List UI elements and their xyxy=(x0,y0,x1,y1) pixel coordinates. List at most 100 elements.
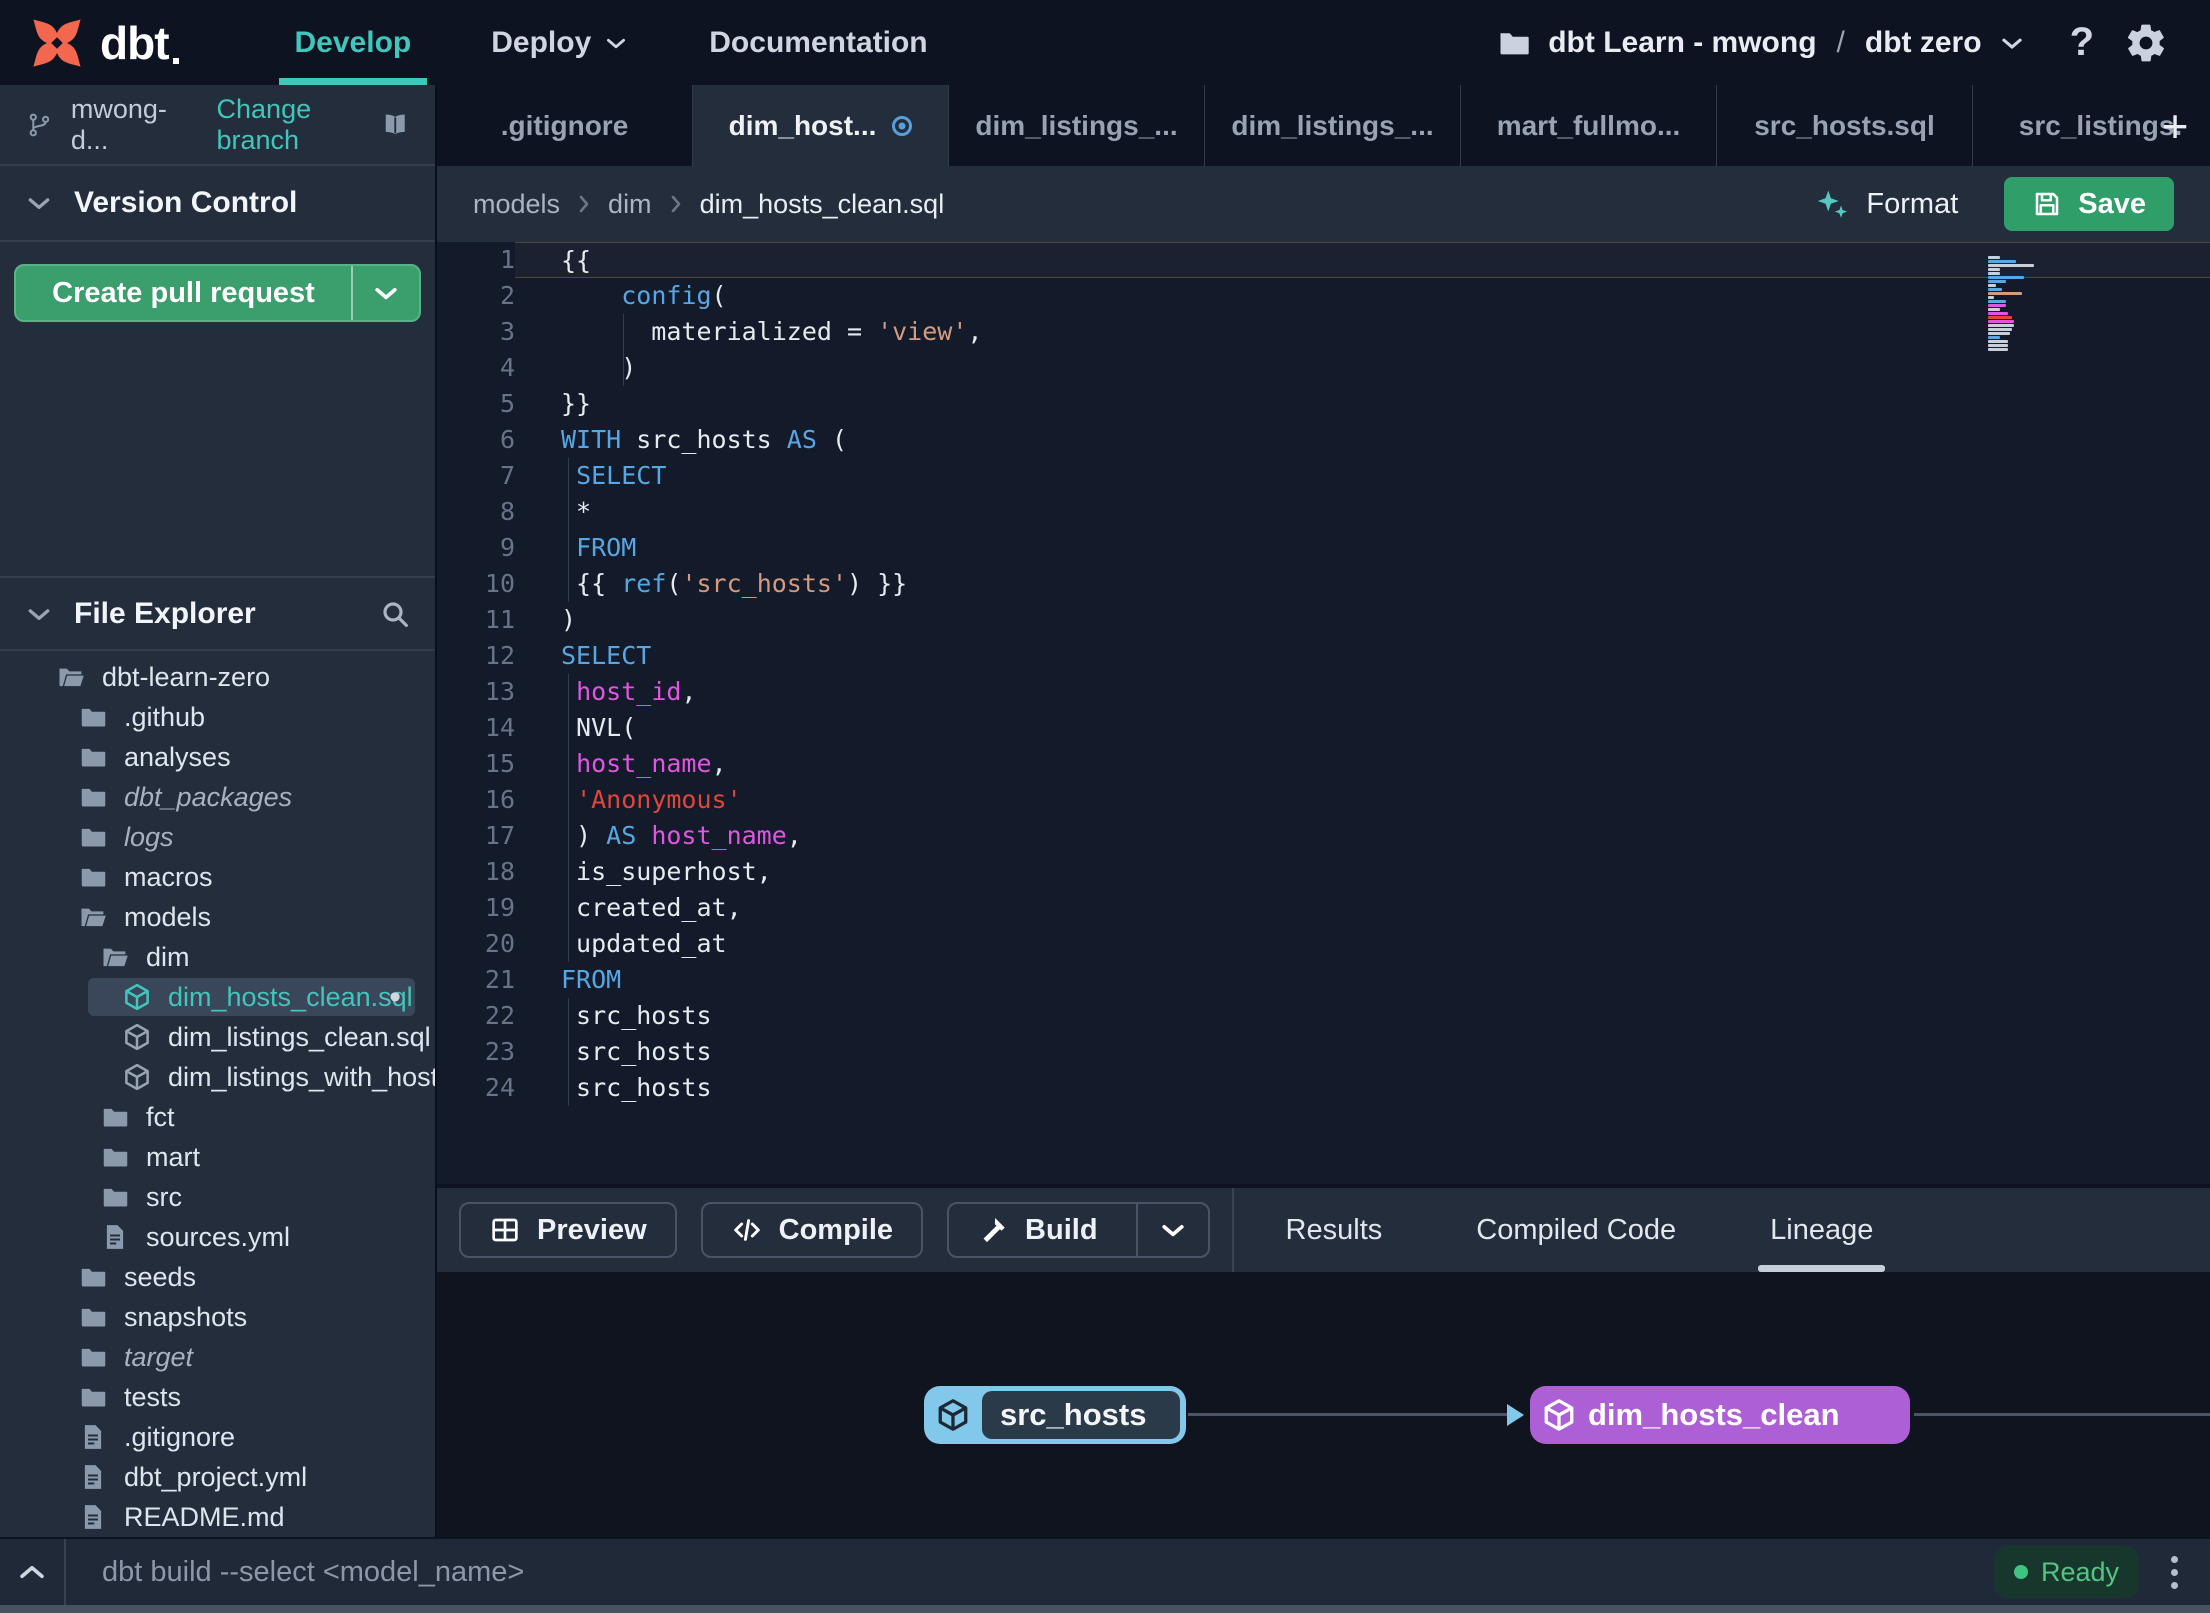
code-line-6[interactable]: 6 WITH src_hosts AS ( xyxy=(437,422,2210,458)
tree-item-sources-yml[interactable]: sources.yml xyxy=(0,1217,435,1257)
code-text: src_hosts xyxy=(515,1070,2210,1106)
new-tab-button[interactable]: + xyxy=(2146,85,2204,166)
tree-item-dim-listings-with-hosts[interactable]: dim_listings_with_hosts... xyxy=(0,1057,435,1097)
tree-item-target[interactable]: target xyxy=(0,1337,435,1377)
tree-item-src[interactable]: src xyxy=(0,1177,435,1217)
panel-tabs: Results Compiled Code Lineage xyxy=(1231,1188,1886,1272)
breadcrumb-dim[interactable]: dim xyxy=(608,189,652,220)
code-line-19[interactable]: 19 created_at, xyxy=(437,890,2210,926)
tree-item-models[interactable]: models xyxy=(0,897,435,937)
code-line-16[interactable]: 16 'Anonymous' xyxy=(437,782,2210,818)
code-line-4[interactable]: 4 ) xyxy=(437,350,2210,386)
tree-item-snapshots[interactable]: snapshots xyxy=(0,1297,435,1337)
tab-results[interactable]: Results xyxy=(1280,1188,1389,1272)
build-label: Build xyxy=(1025,1213,1098,1246)
tree-item-dbt-packages[interactable]: dbt_packages xyxy=(0,777,435,817)
topbar-right: dbt Learn - mwong / dbt zero ? xyxy=(1496,20,2210,65)
project-selector[interactable]: dbt Learn - mwong / dbt zero xyxy=(1496,25,2025,61)
code-text: src_hosts xyxy=(515,1034,2210,1070)
lineage-node-src-hosts[interactable]: src_hosts xyxy=(924,1386,1186,1444)
editor-tab-dim-listings[interactable]: dim_listings_... xyxy=(1205,85,1461,166)
line-number: 3 xyxy=(499,317,515,346)
build-dropdown[interactable] xyxy=(1135,1204,1208,1256)
tree-item-dbt-learn-zero[interactable]: dbt-learn-zero xyxy=(0,657,435,697)
indent-guide xyxy=(568,782,569,818)
create-pr-dropdown[interactable] xyxy=(353,266,419,320)
nav-item-deploy[interactable]: Deploy xyxy=(451,0,669,85)
code-line-22[interactable]: 22 src_hosts xyxy=(437,998,2210,1034)
lineage-graph[interactable]: src_hosts dim_hosts_clean dim_listings_w… xyxy=(437,1272,2210,1537)
code-line-23[interactable]: 23 src_hosts xyxy=(437,1034,2210,1070)
build-button[interactable]: Build xyxy=(947,1202,1210,1258)
format-button[interactable]: Format xyxy=(1814,186,1958,222)
tree-item-dim[interactable]: dim xyxy=(0,937,435,977)
expand-command-bar[interactable] xyxy=(0,1539,66,1605)
code-line-2[interactable]: 2 config( xyxy=(437,278,2210,314)
tree-item-dim-listings-clean-sql[interactable]: dim_listings_clean.sql xyxy=(0,1017,435,1057)
code-line-15[interactable]: 15 host_name, xyxy=(437,746,2210,782)
command-input[interactable]: dbt build --select <model_name> xyxy=(102,1539,1994,1605)
tree-item-tests[interactable]: tests xyxy=(0,1377,435,1417)
gear-icon[interactable] xyxy=(2124,21,2168,65)
tree-item-macros[interactable]: macros xyxy=(0,857,435,897)
tree-item-github[interactable]: .github xyxy=(0,697,435,737)
code-line-1[interactable]: 1{{ xyxy=(437,242,2210,278)
tree-item-label: models xyxy=(124,901,212,932)
minimap[interactable] xyxy=(1988,256,2040,351)
tree-item-analyses[interactable]: analyses xyxy=(0,737,435,777)
editor-tab-src-hosts-sql[interactable]: src_hosts.sql xyxy=(1717,85,1973,166)
tree-item-README-md[interactable]: README.md xyxy=(0,1497,435,1537)
dbt-logo[interactable]: dbt xyxy=(28,14,178,72)
tree-item-seeds[interactable]: seeds xyxy=(0,1257,435,1297)
lineage-node-dim-hosts-clean[interactable]: dim_hosts_clean xyxy=(1530,1386,1910,1444)
code-line-13[interactable]: 13 host_id, xyxy=(437,674,2210,710)
editor-tab-mart-fullmo[interactable]: mart_fullmo... xyxy=(1461,85,1717,166)
code-text: ) AS host_name, xyxy=(515,818,2210,854)
code-line-24[interactable]: 24 src_hosts xyxy=(437,1070,2210,1106)
line-number: 19 xyxy=(484,893,515,922)
save-button[interactable]: Save xyxy=(2004,177,2174,231)
tree-item-fct[interactable]: fct xyxy=(0,1097,435,1137)
compile-button[interactable]: Compile xyxy=(700,1202,924,1258)
tree-item-gitignore[interactable]: .gitignore xyxy=(0,1417,435,1457)
code-line-3[interactable]: 3 materialized = 'view', xyxy=(437,314,2210,350)
code-line-14[interactable]: 14 NVL( xyxy=(437,710,2210,746)
code-editor[interactable]: 1{{2 config(3 materialized = 'view', 4 ) 5… xyxy=(437,242,2210,1184)
file-explorer-header[interactable]: File Explorer xyxy=(0,576,435,651)
nav-item-documentation[interactable]: Documentation xyxy=(669,0,967,85)
editor-tab-dim-host[interactable]: dim_host... xyxy=(693,85,949,166)
book-icon[interactable] xyxy=(381,107,409,143)
code-line-21[interactable]: 21 FROM xyxy=(437,962,2210,998)
code-line-11[interactable]: 11) xyxy=(437,602,2210,638)
tree-item-logs[interactable]: logs xyxy=(0,817,435,857)
help-icon[interactable]: ? xyxy=(2070,20,2094,65)
editor-tab-gitignore[interactable]: .gitignore xyxy=(437,85,693,166)
code-line-17[interactable]: 17 ) AS host_name, xyxy=(437,818,2210,854)
kebab-menu-icon[interactable] xyxy=(2165,1550,2184,1595)
breadcrumb-models[interactable]: models xyxy=(473,189,560,220)
change-branch-link[interactable]: Change branch xyxy=(217,94,363,156)
code-line-5[interactable]: 5}} xyxy=(437,386,2210,422)
tab-lineage[interactable]: Lineage xyxy=(1758,1188,1886,1272)
code-line-10[interactable]: 10 {{ ref('src_hosts') }} xyxy=(437,566,2210,602)
code-line-20[interactable]: 20 updated_at xyxy=(437,926,2210,962)
code-line-9[interactable]: 9 FROM xyxy=(437,530,2210,566)
preview-button[interactable]: Preview xyxy=(459,1202,677,1258)
nav-item-develop[interactable]: Develop xyxy=(255,0,452,85)
tree-item-dbt-project-yml[interactable]: dbt_project.yml xyxy=(0,1457,435,1497)
tab-compiled-code[interactable]: Compiled Code xyxy=(1470,1188,1682,1272)
code-line-18[interactable]: 18 is_superhost, xyxy=(437,854,2210,890)
model-icon xyxy=(122,1022,152,1052)
code-line-8[interactable]: 8 * xyxy=(437,494,2210,530)
editor-tab-dim-listings[interactable]: dim_listings_... xyxy=(949,85,1205,166)
tree-item-dim-hosts-clean-sql[interactable]: dim_hosts_clean.sql • xyxy=(0,977,435,1017)
create-pull-request-button[interactable]: Create pull request xyxy=(14,264,421,322)
code-line-12[interactable]: 12 SELECT xyxy=(437,638,2210,674)
code-line-7[interactable]: 7 SELECT xyxy=(437,458,2210,494)
bottom-resize-strip[interactable] xyxy=(0,1605,2210,1613)
search-icon[interactable] xyxy=(379,598,411,630)
tree-item-label: snapshots xyxy=(124,1301,248,1332)
version-control-header[interactable]: Version Control xyxy=(0,166,435,242)
tree-item-mart[interactable]: mart xyxy=(0,1137,435,1177)
